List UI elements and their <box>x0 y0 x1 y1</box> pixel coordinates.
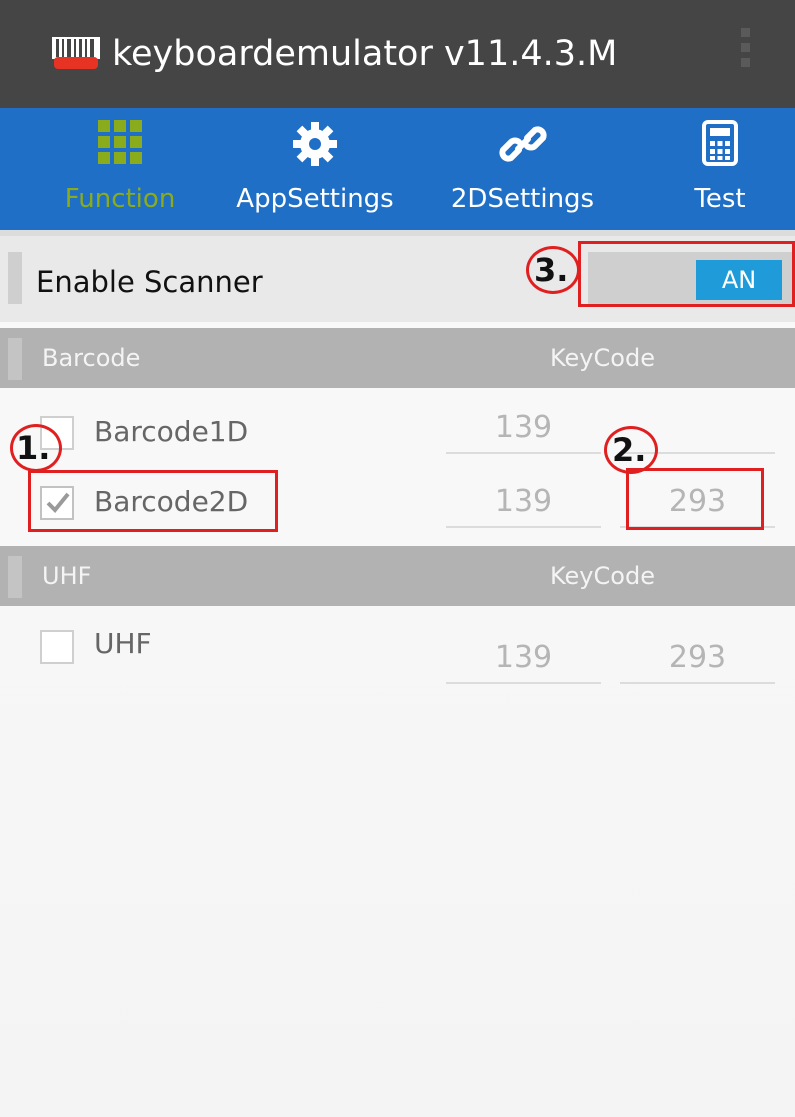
title-bar: keyboardemulator v11.4.3.M <box>0 0 795 108</box>
annotation-3-number: 3. <box>534 251 569 289</box>
annotation-2-box <box>626 468 764 530</box>
annotation-2-number: 2. <box>612 431 647 469</box>
barcode-scanner-icon <box>52 37 100 69</box>
row-edge-marker <box>8 252 22 304</box>
tab-bar: Function AppSettings 2DSettings Test <box>0 108 795 230</box>
barcode-header-label: Barcode <box>42 344 141 372</box>
uhf-checkbox[interactable] <box>40 630 74 664</box>
calculator-icon <box>702 120 738 166</box>
uhf-keycode-header: KeyCode <box>550 562 655 590</box>
uhf-keycode2-input[interactable] <box>620 632 775 684</box>
uhf-header-label: UHF <box>42 562 92 590</box>
app-window: keyboardemulator v11.4.3.M Function AppS… <box>0 0 795 1117</box>
tab-test[interactable]: Test <box>660 108 780 230</box>
tab-function[interactable]: Function <box>50 108 190 230</box>
tab-appsettings-label: AppSettings <box>236 184 394 214</box>
link-icon <box>498 126 547 162</box>
uhf-row: UHF <box>0 614 795 688</box>
barcode1d-keycode1-input[interactable] <box>446 402 601 454</box>
enable-scanner-label: Enable Scanner <box>36 265 263 299</box>
row-edge-marker <box>8 556 22 598</box>
barcode1d-row: Barcode1D <box>0 398 795 472</box>
barcode-keycode-header: KeyCode <box>550 344 655 372</box>
uhf-label: UHF <box>94 627 152 660</box>
app-title: keyboardemulator v11.4.3.M <box>112 34 618 74</box>
tab-2dsettings-label: 2DSettings <box>450 184 595 214</box>
row-edge-marker <box>8 338 22 380</box>
annotation-3-box <box>578 241 795 307</box>
gear-icon <box>293 122 337 166</box>
tab-appsettings[interactable]: AppSettings <box>220 108 410 230</box>
barcode-section-header: Barcode KeyCode <box>0 328 795 388</box>
tab-2dsettings[interactable]: 2DSettings <box>435 108 610 230</box>
overflow-menu-icon[interactable] <box>738 28 752 78</box>
tab-function-label: Function <box>64 184 176 214</box>
uhf-keycode1-input[interactable] <box>446 632 601 684</box>
grid-icon <box>98 120 142 164</box>
uhf-section-header: UHF KeyCode <box>0 546 795 606</box>
barcode2d-keycode1-input[interactable] <box>446 476 601 528</box>
annotation-1-number: 1. <box>16 429 51 467</box>
barcode1d-label: Barcode1D <box>94 415 249 448</box>
annotation-1-box <box>28 470 278 532</box>
tab-test-label: Test <box>694 184 746 214</box>
